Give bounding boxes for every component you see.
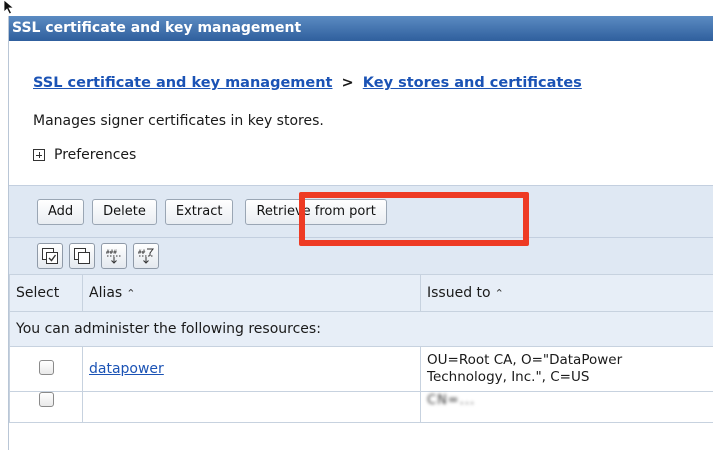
issued-to-header-label: Issued to <box>427 285 491 301</box>
table-row: CN=... <box>9 391 713 423</box>
issued-to-line: CN=... <box>427 393 476 408</box>
panel-content: SSL certificate and key management > Key… <box>9 41 713 450</box>
issued-to-line: OU=Root CA, O="DataPower <box>427 352 623 368</box>
row-select-cell <box>9 346 83 392</box>
ssl-management-panel: SSL certificate and key management SSL c… <box>8 16 713 450</box>
sort-icon[interactable]: ⌃ <box>126 287 135 300</box>
alias-header-label: Alias <box>89 285 123 301</box>
breadcrumb: SSL certificate and key management > Key… <box>33 75 582 91</box>
issued-to-column-header[interactable]: Issued to ⌃ <box>420 274 713 312</box>
select-header-label: Select <box>16 285 60 301</box>
clear-filter-icon[interactable]: ## <box>133 243 159 269</box>
highlight-box <box>299 192 529 246</box>
issued-to-cell: CN=... <box>420 391 713 423</box>
group-row: You can administer the following resourc… <box>9 311 713 347</box>
add-button[interactable]: Add <box>37 198 85 225</box>
alias-cell <box>82 391 421 423</box>
svg-text:##: ## <box>138 249 146 256</box>
breadcrumb-link-ssl-management[interactable]: SSL certificate and key management <box>33 75 332 91</box>
row-checkbox[interactable] <box>38 392 54 407</box>
table-row: datapower OU=Root CA, O="DataPower Techn… <box>9 346 713 392</box>
issued-to-cell: OU=Root CA, O="DataPower Technology, Inc… <box>420 346 713 392</box>
row-checkbox[interactable] <box>38 359 54 375</box>
mouse-pointer-icon <box>3 0 15 14</box>
breadcrumb-separator: > <box>341 75 354 91</box>
breadcrumb-link-key-stores[interactable]: Key stores and certificates <box>363 75 582 91</box>
issued-to-line: Technology, Inc.", C=US <box>427 369 590 385</box>
select-all-icon[interactable] <box>37 243 63 269</box>
table-header-row: Select Alias ⌃ Issued to ⌃ <box>9 274 713 312</box>
group-text: You can administer the following resourc… <box>9 311 713 347</box>
signer-certificates-table: Select Alias ⌃ Issued to ⌃ You can adminis… <box>9 274 713 423</box>
deselect-all-icon[interactable] <box>69 243 95 269</box>
delete-button[interactable]: Delete <box>92 198 157 225</box>
alias-column-header[interactable]: Alias ⌃ <box>82 274 421 312</box>
preferences-toggle[interactable]: Preferences <box>33 147 136 163</box>
row-select-cell <box>9 391 83 423</box>
sort-icon[interactable]: ⌃ <box>495 287 504 300</box>
panel-title: SSL certificate and key management <box>9 16 713 41</box>
extract-button[interactable]: Extract <box>164 198 234 225</box>
svg-text:###: ### <box>106 249 117 256</box>
alias-cell: datapower <box>82 346 421 392</box>
show-filter-icon[interactable]: ### <box>101 243 127 269</box>
expand-icon[interactable] <box>33 149 45 161</box>
alias-link[interactable]: datapower <box>89 361 164 377</box>
select-column-header: Select <box>9 274 83 312</box>
page-description: Manages signer certificates in key store… <box>33 113 324 129</box>
preferences-label: Preferences <box>54 147 137 163</box>
